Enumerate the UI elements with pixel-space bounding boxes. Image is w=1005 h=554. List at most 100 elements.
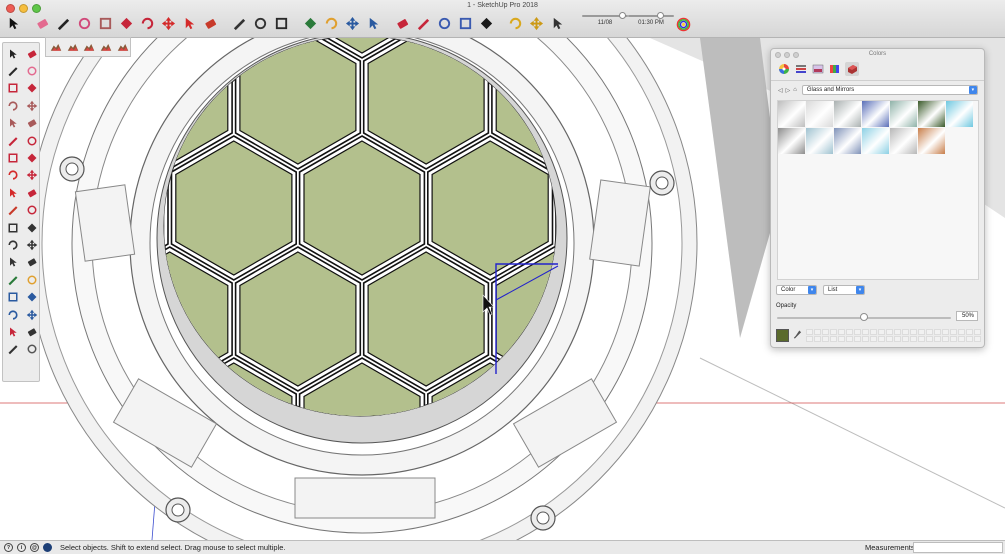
time-slider-knob[interactable]	[656, 12, 664, 19]
tape-measure-icon[interactable]	[4, 219, 21, 236]
custom-color-well[interactable]	[846, 328, 853, 335]
panel-minimize-button[interactable]	[784, 52, 790, 58]
eraser-icon[interactable]	[23, 62, 40, 79]
custom-color-well[interactable]	[886, 335, 893, 342]
custom-color-well[interactable]	[878, 328, 885, 335]
custom-color-well[interactable]	[942, 328, 949, 335]
date-slider-track[interactable]	[582, 12, 628, 19]
layout-icon[interactable]	[456, 13, 475, 33]
opacity-slider-knob[interactable]	[860, 313, 868, 321]
zoom-extents-icon[interactable]	[4, 306, 21, 323]
paint-bucket-icon[interactable]	[4, 62, 21, 79]
rectangle-icon[interactable]	[4, 97, 21, 114]
circle-icon[interactable]	[4, 115, 21, 132]
home-icon[interactable]: ⌂	[793, 87, 797, 93]
custom-color-well[interactable]	[926, 328, 933, 335]
rotate-icon[interactable]	[180, 13, 199, 33]
color-palettes-tab-icon[interactable]	[828, 62, 842, 76]
zoom-icon[interactable]	[4, 288, 21, 305]
protractor-icon[interactable]	[4, 236, 21, 253]
rotate-icon[interactable]	[4, 184, 21, 201]
custom-color-well[interactable]	[918, 335, 925, 342]
zoom-extents-icon[interactable]	[364, 13, 383, 33]
scale-icon[interactable]	[201, 13, 220, 33]
custom-color-well[interactable]	[942, 335, 949, 342]
shapes-icon[interactable]	[75, 13, 94, 33]
custom-color-well[interactable]	[814, 335, 821, 342]
material-swatch[interactable]	[946, 101, 973, 127]
material-swatch[interactable]	[918, 101, 945, 127]
custom-color-well[interactable]	[958, 335, 965, 342]
material-swatch[interactable]	[834, 128, 861, 154]
custom-color-well[interactable]	[886, 328, 893, 335]
move-icon[interactable]	[159, 13, 178, 33]
axes-icon[interactable]	[4, 254, 21, 271]
date-slider[interactable]: 11/08	[582, 12, 628, 26]
polygon-icon[interactable]	[23, 115, 40, 132]
sandbox-from-contours-icon[interactable]	[49, 40, 64, 55]
drape-icon[interactable]	[115, 40, 130, 55]
date-slider-knob[interactable]	[618, 12, 626, 19]
custom-color-well[interactable]	[910, 328, 917, 335]
rotated-rectangle-icon[interactable]	[23, 97, 40, 114]
move-icon[interactable]	[4, 167, 21, 184]
material-swatch[interactable]	[918, 128, 945, 154]
offset-icon[interactable]	[138, 13, 157, 33]
user-icon[interactable]: @	[30, 543, 39, 552]
tape-measure-icon[interactable]	[230, 13, 249, 33]
custom-color-well[interactable]	[894, 335, 901, 342]
custom-color-well[interactable]	[862, 328, 869, 335]
pencil-line-icon[interactable]	[54, 13, 73, 33]
zoom-icon[interactable]	[343, 13, 362, 33]
custom-color-well[interactable]	[934, 328, 941, 335]
measurements-input[interactable]	[913, 542, 1003, 553]
stamp-icon[interactable]	[99, 40, 114, 55]
geo-location-icon[interactable]: ?	[4, 543, 13, 552]
custom-color-well[interactable]	[846, 335, 853, 342]
material-swatch[interactable]	[890, 101, 917, 127]
three-point-arc-icon[interactable]	[4, 149, 21, 166]
position-camera-icon[interactable]	[4, 323, 21, 340]
3d-text-icon[interactable]	[23, 254, 40, 271]
smoove-icon[interactable]	[82, 40, 97, 55]
material-swatch[interactable]	[806, 128, 833, 154]
pan-icon[interactable]	[23, 271, 40, 288]
section-plane-icon[interactable]	[506, 13, 525, 33]
back-arrow-icon[interactable]: ◁	[778, 87, 783, 94]
panel-close-button[interactable]	[775, 52, 781, 58]
custom-color-well[interactable]	[806, 335, 813, 342]
custom-color-well[interactable]	[966, 335, 973, 342]
styles-icon[interactable]	[477, 13, 496, 33]
custom-color-well[interactable]	[950, 328, 957, 335]
components-icon[interactable]	[435, 13, 454, 33]
warehouse-icon[interactable]	[393, 13, 412, 33]
custom-color-well[interactable]	[838, 335, 845, 342]
material-swatch[interactable]	[862, 101, 889, 127]
select-icon[interactable]	[4, 45, 21, 62]
color-wheel-icon[interactable]	[674, 14, 693, 34]
custom-color-well[interactable]	[950, 335, 957, 342]
credits-icon[interactable]: i	[17, 543, 26, 552]
push-pull-icon[interactable]	[23, 167, 40, 184]
orbit-icon[interactable]	[4, 271, 21, 288]
time-slider-track[interactable]	[628, 12, 674, 19]
pan-icon[interactable]	[322, 13, 341, 33]
hidden-line-icon[interactable]	[527, 13, 546, 33]
custom-color-well[interactable]	[878, 335, 885, 342]
extension-warehouse-icon[interactable]	[414, 13, 433, 33]
custom-color-well[interactable]	[902, 335, 909, 342]
text-icon[interactable]	[23, 236, 40, 253]
custom-color-well[interactable]	[910, 335, 917, 342]
material-swatch[interactable]	[862, 128, 889, 154]
rectangle-icon[interactable]	[96, 13, 115, 33]
arc-icon[interactable]	[4, 132, 21, 149]
zoom-window-icon[interactable]	[23, 288, 40, 305]
custom-color-well[interactable]	[806, 328, 813, 335]
material-swatch[interactable]	[834, 101, 861, 127]
custom-color-well[interactable]	[830, 335, 837, 342]
color-mode-dropdown[interactable]: Color ▾	[776, 285, 817, 295]
hexagon-mirror-face[interactable]	[689, 363, 805, 497]
orbit-icon[interactable]	[301, 13, 320, 33]
two-point-arc-icon[interactable]	[23, 132, 40, 149]
eyedropper-icon[interactable]	[793, 329, 802, 341]
